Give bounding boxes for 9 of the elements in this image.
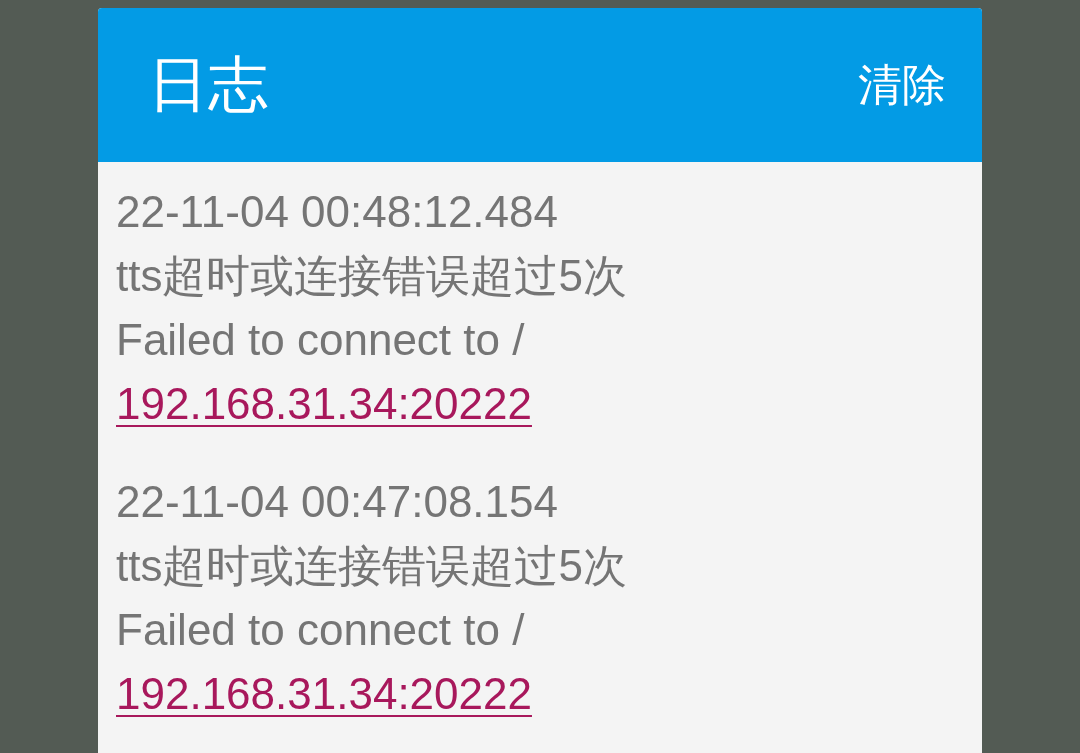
log-error: Failed to connect to / bbox=[116, 314, 525, 366]
address-link[interactable]: 192.168.31.34:20222 bbox=[116, 662, 532, 726]
log-message: tts超时或连接错误超过5次 bbox=[116, 250, 627, 302]
log-message: tts超时或连接错误超过5次 bbox=[116, 540, 627, 592]
address-link[interactable]: 192.168.31.34:20222 bbox=[116, 372, 532, 436]
log-error: Failed to connect to / bbox=[116, 604, 525, 656]
dialog-title: 日志 bbox=[148, 55, 268, 115]
log-timestamp: 22-11-04 00:48:12.484 bbox=[116, 186, 558, 238]
log-timestamp: 22-11-04 00:47:08.154 bbox=[116, 476, 558, 528]
